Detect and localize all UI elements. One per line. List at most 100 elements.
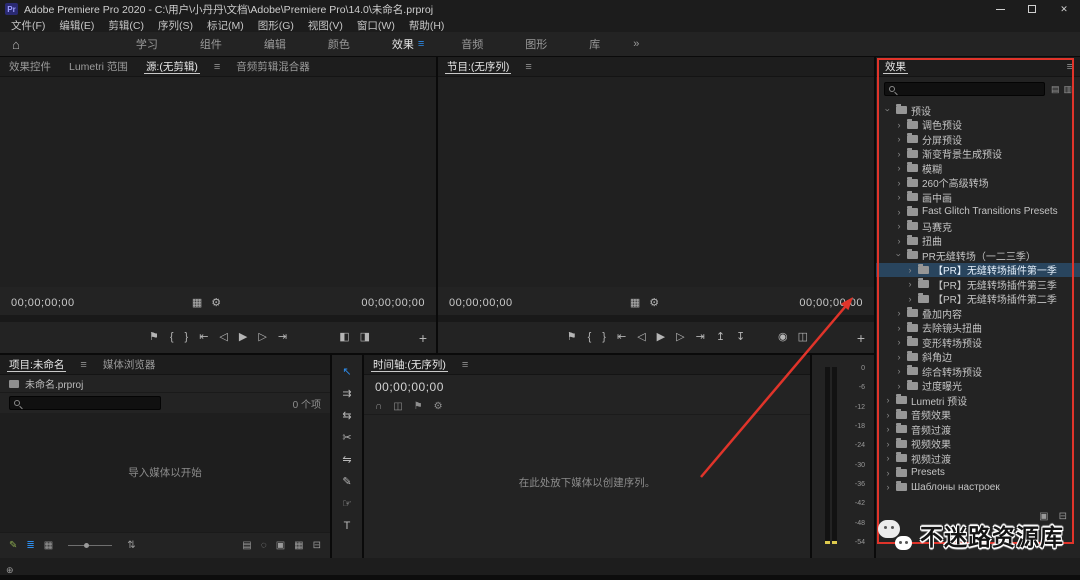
chevron-right-icon[interactable]: › xyxy=(895,149,903,159)
slip-tool[interactable]: ⇋ xyxy=(337,453,357,467)
chevron-right-icon[interactable]: › xyxy=(906,265,914,275)
add-marker-icon[interactable]: ⚑ xyxy=(149,332,159,343)
timeline-drop-area[interactable]: 在此处放下媒体以创建序列。 xyxy=(364,417,810,548)
chevron-right-icon[interactable]: › xyxy=(895,308,903,318)
zoom-level-icon[interactable]: ▦ xyxy=(630,297,640,309)
effects-tree-item[interactable]: › 【PR】无缝转场插件第二季 xyxy=(876,292,1080,306)
effects-search-box[interactable] xyxy=(884,82,1045,96)
selection-tool[interactable]: ↖ xyxy=(337,365,357,379)
mark-in-icon[interactable]: { xyxy=(170,332,174,343)
workspace-tab[interactable]: 编辑 xyxy=(243,36,307,52)
chevron-right-icon[interactable]: › xyxy=(884,482,892,492)
play-icon[interactable]: ▶ xyxy=(657,332,665,343)
add-marker-icon[interactable]: ⚑ xyxy=(414,401,423,412)
home-icon[interactable] xyxy=(12,37,20,52)
effects-tree-item[interactable]: › 音频效果 xyxy=(876,408,1080,422)
go-to-out-icon[interactable]: ⇥ xyxy=(278,332,287,343)
chevron-down-icon[interactable]: › xyxy=(883,106,893,114)
delete-icon[interactable]: ⊟ xyxy=(313,540,321,551)
effects-tree-item[interactable]: › 画中画 xyxy=(876,190,1080,205)
icon-view-icon[interactable]: ▦ xyxy=(44,540,53,551)
effects-tree-item[interactable]: › 【PR】无缝转场插件第三季 xyxy=(876,277,1080,292)
menu-item[interactable]: 图形(G) xyxy=(251,18,301,33)
effects-tree-item[interactable]: › 过度曝光 xyxy=(876,379,1080,393)
effects-tree-item[interactable]: › 260个高级转场 xyxy=(876,176,1080,190)
go-to-out-icon[interactable]: ⇥ xyxy=(696,332,705,343)
play-icon[interactable]: ▶ xyxy=(239,332,247,343)
tab-program[interactable]: 节目:(无序列) xyxy=(438,57,518,76)
panel-menu-icon[interactable] xyxy=(1060,61,1080,73)
panel-menu-icon[interactable] xyxy=(455,359,475,371)
list-view-icon[interactable]: ≣ xyxy=(26,540,34,551)
overwrite-icon[interactable]: ◨ xyxy=(360,332,370,343)
effects-tree-item[interactable]: › 视频过渡 xyxy=(876,451,1080,466)
workspace-tab[interactable]: 颜色 xyxy=(307,36,371,52)
step-forward-icon[interactable]: ▷ xyxy=(258,332,266,343)
panel-tab[interactable]: 效果控件 xyxy=(0,57,60,76)
lift-icon[interactable]: ↥ xyxy=(716,332,725,343)
effects-tree-item[interactable]: › 渐变背景生成预设 xyxy=(876,147,1080,161)
linked-selection-icon[interactable]: ◫ xyxy=(393,401,402,412)
panel-tab[interactable]: 媒体浏览器 xyxy=(94,355,165,374)
tab-timeline[interactable]: 时间轴:(无序列) xyxy=(364,355,455,374)
effects-tree-item[interactable]: › 视频效果 xyxy=(876,437,1080,451)
timeline-settings-icon[interactable]: ⚙ xyxy=(434,401,443,412)
chevron-right-icon[interactable]: › xyxy=(895,134,903,144)
workspace-tab[interactable]: 图形 xyxy=(504,36,568,52)
workspace-tab[interactable]: 学习 xyxy=(115,36,179,52)
chevron-right-icon[interactable]: › xyxy=(884,424,892,434)
menu-item[interactable]: 窗口(W) xyxy=(350,18,402,33)
effects-tree-item[interactable]: › Шаблоны настроек xyxy=(876,480,1080,495)
effects-tree-item[interactable]: › 去除镜头扭曲 xyxy=(876,321,1080,335)
effects-tree-item[interactable]: › Lumetri 预设 xyxy=(876,393,1080,408)
monitor-settings-icon[interactable]: ⚙ xyxy=(649,297,659,309)
monitor-settings-icon[interactable]: ⚙ xyxy=(211,297,221,309)
accelerated-effects-filter-icon[interactable]: ▤ xyxy=(1051,84,1060,95)
panel-menu-icon[interactable] xyxy=(73,359,93,371)
timeline-timecode[interactable]: 00;00;00;00 xyxy=(375,380,444,394)
project-file-row[interactable]: 未命名.prproj xyxy=(0,375,330,393)
effects-tree-item[interactable]: › 调色预设 xyxy=(876,118,1080,132)
mark-in-icon[interactable]: { xyxy=(588,332,592,343)
workspace-tab-menu-icon[interactable] xyxy=(418,38,440,50)
effects-tree-item[interactable]: › Presets xyxy=(876,466,1080,481)
menu-item[interactable]: 帮助(H) xyxy=(402,18,452,33)
minimize-button[interactable] xyxy=(984,0,1016,18)
effects-tree-item[interactable]: › 扭曲 xyxy=(876,234,1080,248)
workspace-tab[interactable]: 音频 xyxy=(440,36,504,52)
effects-tree-item[interactable]: › 音频过渡 xyxy=(876,422,1080,437)
panel-tab[interactable]: Lumetri 范围 xyxy=(60,57,137,76)
chevron-right-icon[interactable]: › xyxy=(884,468,892,478)
panel-menu-icon[interactable] xyxy=(518,61,538,73)
workspace-tab[interactable]: 组件 xyxy=(179,36,243,52)
project-empty-area[interactable]: 导入媒体以开始 xyxy=(0,413,330,532)
chevron-right-icon[interactable]: › xyxy=(895,366,903,376)
chevron-right-icon[interactable]: › xyxy=(895,192,903,202)
chevron-right-icon[interactable]: › xyxy=(884,439,892,449)
effects-tree-item[interactable]: › 模糊 xyxy=(876,161,1080,176)
effects-search-input[interactable] xyxy=(899,83,1040,95)
effects-tree-item[interactable]: › 分屏预设 xyxy=(876,132,1080,147)
pen-tool[interactable]: ✎ xyxy=(337,475,357,489)
compare-icon[interactable]: ◫ xyxy=(798,332,808,343)
chevron-right-icon[interactable]: › xyxy=(884,453,892,463)
go-to-in-icon[interactable]: ⇤ xyxy=(617,332,626,343)
chevron-down-icon[interactable]: › xyxy=(894,251,904,259)
source-scrub-bar[interactable] xyxy=(0,315,436,322)
menu-item[interactable]: 文件(F) xyxy=(4,18,52,33)
effects-tree-item[interactable]: › 马赛克 xyxy=(876,219,1080,234)
button-editor-plus-icon[interactable] xyxy=(419,330,427,346)
menu-item[interactable]: 编辑(E) xyxy=(52,18,101,33)
chevron-right-icon[interactable]: › xyxy=(895,381,903,391)
panel-tab[interactable]: 项目:未命名 xyxy=(0,355,73,374)
maximize-button[interactable] xyxy=(1016,0,1048,18)
chevron-right-icon[interactable]: › xyxy=(895,207,903,217)
zoom-level-icon[interactable]: ▦ xyxy=(192,297,202,309)
mark-out-icon[interactable]: } xyxy=(602,332,606,343)
workspace-overflow-icon[interactable] xyxy=(633,38,639,50)
effects-tree-item[interactable]: › 预设 xyxy=(876,103,1080,118)
color-depth-filter-icon[interactable]: ▥ xyxy=(1063,84,1072,95)
insert-icon[interactable]: ◧ xyxy=(339,332,349,343)
panel-tab[interactable]: 源:(无剪辑) xyxy=(137,57,207,76)
new-bin-icon[interactable]: ▣ xyxy=(276,540,285,551)
